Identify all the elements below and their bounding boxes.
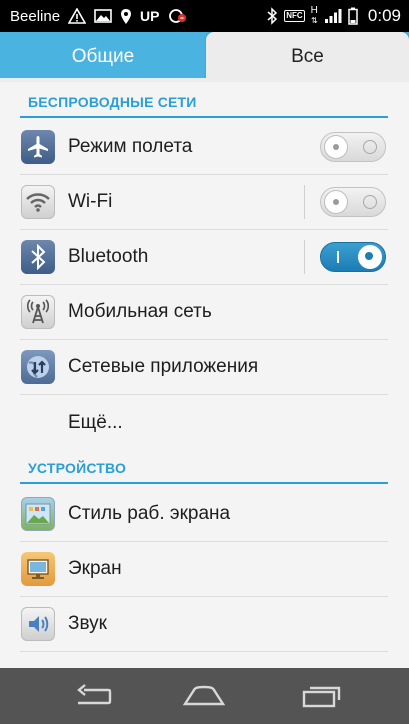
settings-item-sound[interactable]: Звук — [20, 597, 388, 652]
network-apps-label: Сетевые приложения — [68, 356, 259, 377]
settings-item-bluetooth[interactable]: Bluetooth — [20, 230, 388, 285]
image-icon — [94, 8, 112, 24]
settings-item-wallpaper-style[interactable]: Стиль раб. экрана — [20, 487, 388, 542]
airplane-mode-label: Режим полета — [68, 136, 193, 157]
navigation-bar — [0, 668, 409, 724]
antenna-icon — [21, 295, 55, 329]
settings-item-more[interactable]: Ещё... — [20, 395, 388, 450]
recent-apps-icon — [302, 686, 341, 708]
section-header-wireless: БЕСПРОВОДНЫЕ СЕТИ — [20, 82, 388, 118]
signal-icon — [324, 8, 342, 24]
tab-all[interactable]: Все — [206, 32, 409, 82]
mobile-network-label: Мобильная сеть — [68, 301, 212, 322]
clock: 0:09 — [367, 6, 401, 25]
section-header-device: УСТРОЙСТВО — [20, 448, 388, 484]
tab-bar: Общие Все — [0, 32, 409, 82]
recent-apps-button[interactable] — [292, 678, 352, 714]
settings-item-mobile-network[interactable]: Мобильная сеть — [20, 285, 388, 340]
divider — [304, 185, 305, 219]
display-icon — [21, 552, 55, 586]
settings-item-network-apps[interactable]: Сетевые приложения — [20, 340, 388, 395]
settings-item-airplane-mode[interactable]: Режим полета — [20, 120, 388, 175]
network-type-indicator: H ⇅ — [310, 5, 318, 26]
back-button[interactable] — [62, 678, 122, 714]
home-icon — [182, 685, 226, 706]
wifi-toggle[interactable] — [320, 187, 386, 217]
location-icon — [120, 8, 132, 25]
settings-item-display[interactable]: Экран — [20, 542, 388, 597]
nfc-icon: NFC — [284, 10, 305, 22]
back-icon — [77, 684, 112, 705]
settings-list[interactable]: БЕСПРОВОДНЫЕ СЕТИ Режим полета Wi-Fi Blu… — [0, 82, 409, 668]
bluetooth-toggle[interactable] — [320, 242, 386, 272]
network-type-label: H — [310, 5, 318, 16]
more-label: Ещё... — [68, 411, 123, 433]
settings-item-wifi[interactable]: Wi-Fi — [20, 175, 388, 230]
tab-general[interactable]: Общие — [0, 32, 206, 82]
bluetooth-label: Bluetooth — [68, 246, 149, 267]
call-icon — [168, 8, 188, 24]
warning-icon — [68, 8, 87, 24]
wifi-label: Wi-Fi — [68, 191, 113, 212]
airplane-mode-toggle[interactable] — [320, 132, 386, 162]
home-button[interactable] — [174, 678, 234, 714]
battery-icon — [348, 7, 358, 25]
network-apps-icon — [21, 350, 55, 384]
wallpaper-style-label: Стиль раб. экрана — [68, 503, 231, 524]
status-bar: Beeline UP NFC H ⇅ 0:09 — [0, 0, 409, 32]
carrier-name: Beeline — [10, 7, 61, 25]
airplane-icon — [21, 130, 55, 164]
sound-label: Звук — [68, 613, 107, 634]
up-indicator: UP — [140, 8, 160, 24]
bluetooth-icon — [21, 240, 55, 274]
wallpaper-icon — [21, 497, 55, 531]
display-label: Экран — [68, 558, 122, 579]
bluetooth-status-icon — [266, 7, 278, 25]
settings-item-partial[interactable] — [20, 652, 388, 668]
speaker-icon — [21, 607, 55, 641]
divider — [304, 240, 305, 274]
wifi-icon — [21, 185, 55, 219]
